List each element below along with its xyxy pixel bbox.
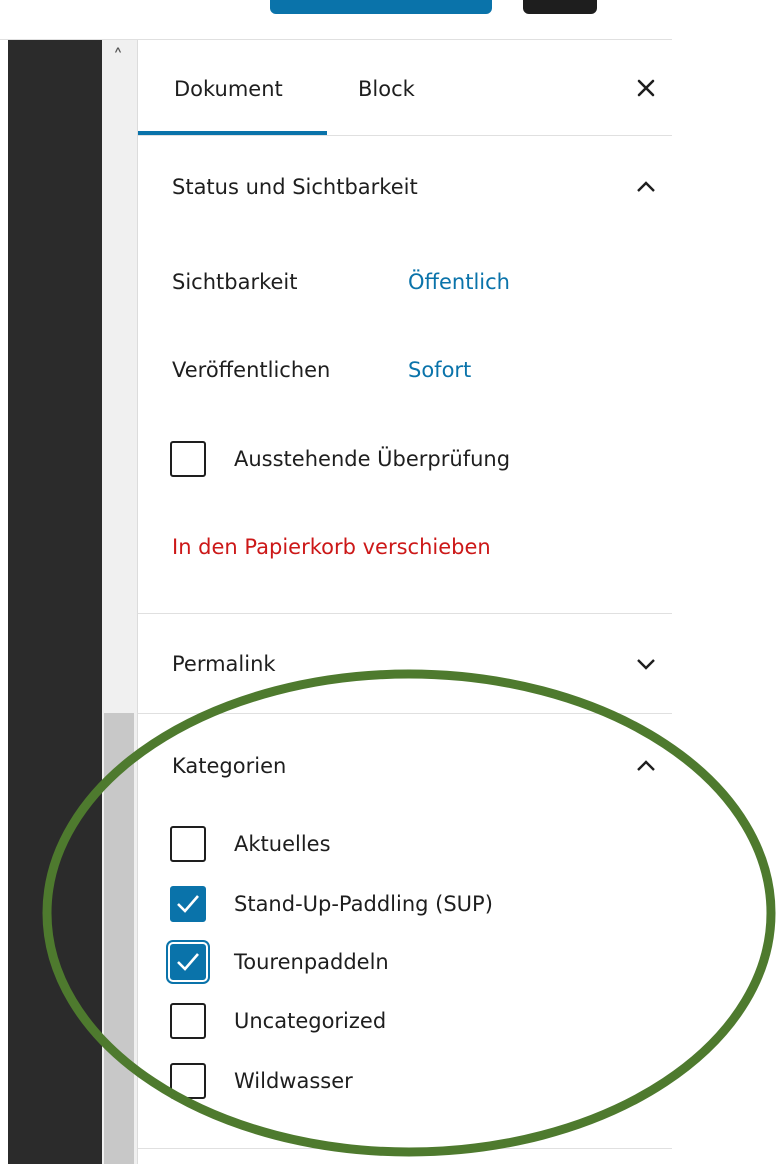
category-label: Aktuelles xyxy=(234,832,331,856)
category-checkbox[interactable] xyxy=(170,1063,206,1099)
category-item-uncategorized[interactable]: Uncategorized xyxy=(170,1003,650,1045)
chevron-up-icon xyxy=(637,760,655,771)
pending-review-checkbox[interactable] xyxy=(170,441,206,477)
sidebar-tabs: Dokument Block xyxy=(138,40,672,136)
category-checkbox[interactable] xyxy=(170,886,206,922)
publish-date-link[interactable]: Sofort xyxy=(408,358,471,382)
category-item-sup[interactable]: Stand-Up-Paddling (SUP) xyxy=(170,886,650,928)
category-item-tourenpaddeln[interactable]: Tourenpaddeln xyxy=(170,944,650,986)
active-tab-indicator xyxy=(138,131,327,135)
section-title: Status und Sichtbarkeit xyxy=(172,175,418,199)
editor-canvas-edge xyxy=(8,40,102,1164)
permalink-toggle[interactable]: Permalink xyxy=(138,634,672,694)
scrollbar-thumb[interactable] xyxy=(104,713,134,1164)
category-label: Tourenpaddeln xyxy=(234,950,389,974)
close-sidebar-button[interactable] xyxy=(632,74,660,102)
categories-toggle[interactable]: Kategorien xyxy=(138,736,672,796)
category-label: Stand-Up-Paddling (SUP) xyxy=(234,892,493,916)
checkbox-label: Ausstehende Überprüfung xyxy=(234,447,511,471)
chevron-up-icon xyxy=(637,181,655,192)
checkmark-icon xyxy=(177,953,199,971)
section-divider xyxy=(138,1148,672,1149)
category-checkbox[interactable] xyxy=(170,944,206,980)
settings-sidebar: Dokument Block Status und Sichtbarkeit S… xyxy=(138,40,672,1164)
pending-review-option[interactable]: Ausstehende Überprüfung xyxy=(170,441,650,483)
scroll-up-arrow-icon[interactable]: ˄ xyxy=(108,44,128,70)
category-checkbox[interactable] xyxy=(170,826,206,862)
publish-label: Veröffentlichen xyxy=(172,358,331,382)
visibility-link[interactable]: Öffentlich xyxy=(408,270,510,294)
status-visibility-toggle[interactable]: Status und Sichtbarkeit xyxy=(138,157,672,217)
tab-document[interactable]: Dokument xyxy=(174,40,283,135)
settings-toggle-button[interactable] xyxy=(523,0,597,14)
section-title: Kategorien xyxy=(172,754,287,778)
tab-block[interactable]: Block xyxy=(358,40,415,135)
close-icon xyxy=(637,79,655,97)
checkmark-icon xyxy=(177,895,199,913)
section-title: Permalink xyxy=(172,652,276,676)
visibility-label: Sichtbarkeit xyxy=(172,270,298,294)
category-label: Wildwasser xyxy=(234,1069,353,1093)
category-checkbox[interactable] xyxy=(170,1003,206,1039)
category-item-aktuelles[interactable]: Aktuelles xyxy=(170,826,650,868)
section-divider xyxy=(138,613,672,614)
category-item-wildwasser[interactable]: Wildwasser xyxy=(170,1063,650,1105)
move-to-trash-link[interactable]: In den Papierkorb verschieben xyxy=(172,535,491,559)
chevron-down-icon xyxy=(637,659,655,670)
category-label: Uncategorized xyxy=(234,1009,387,1033)
publish-button[interactable] xyxy=(270,0,492,14)
section-divider xyxy=(138,713,672,714)
